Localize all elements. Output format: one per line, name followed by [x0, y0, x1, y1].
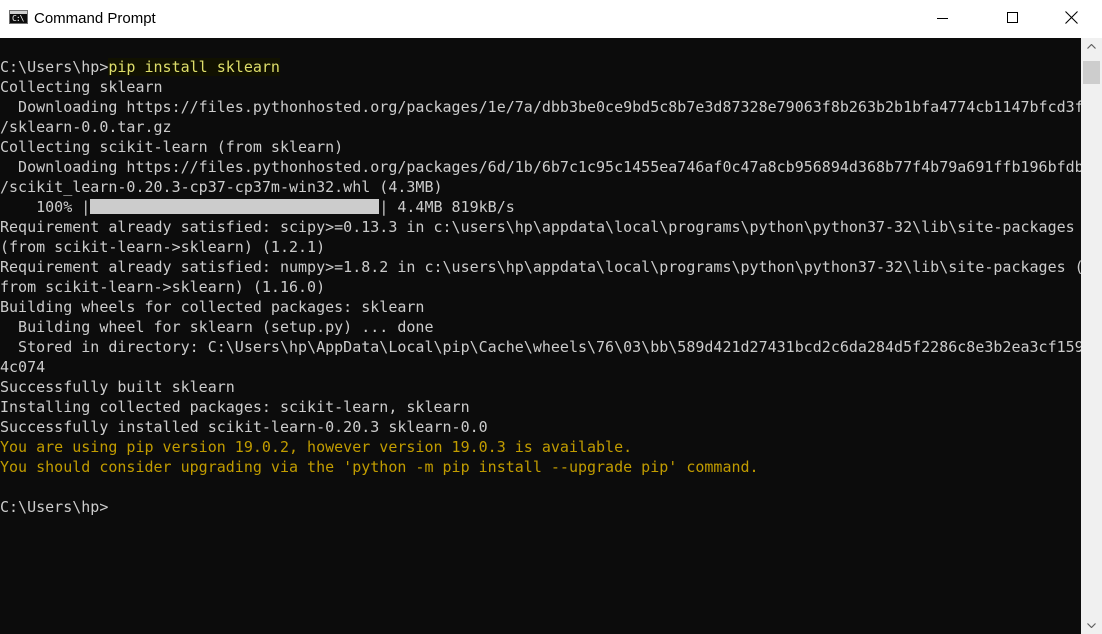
console-line: Collecting sklearn	[0, 78, 163, 96]
console-line: Successfully built sklearn	[0, 378, 235, 396]
progress-stats: 4.4MB 819kB/s	[388, 198, 515, 216]
cmd-icon-glyph: C:\	[12, 14, 24, 23]
console-line: Installing collected packages: scikit-le…	[0, 398, 470, 416]
console-line-command: C:\Users\hp>pip install sklearn	[0, 57, 1081, 77]
title-bar[interactable]: C:\ Command Prompt	[0, 0, 1102, 38]
console-line: Successfully installed scikit-learn-0.20…	[0, 418, 488, 436]
console-line: Requirement already satisfied: numpy>=1.…	[0, 258, 1081, 276]
scroll-down-button[interactable]	[1081, 617, 1102, 634]
chevron-down-icon	[1087, 623, 1096, 628]
cmd-icon[interactable]: C:\	[9, 10, 28, 24]
console-line: /scikit_learn-0.20.3-cp37-cp37m-win32.wh…	[0, 178, 443, 196]
console-line: Stored in directory: C:\Users\hp\AppData…	[0, 338, 1081, 356]
progress-percent: 100%	[0, 198, 82, 216]
pip-warning-line: You are using pip version 19.0.2, howeve…	[0, 438, 633, 456]
console-line: Downloading https://files.pythonhosted.o…	[0, 98, 1081, 116]
console-line: Building wheels for collected packages: …	[0, 298, 425, 316]
scroll-thumb[interactable]	[1083, 61, 1100, 84]
chevron-up-icon	[1087, 44, 1096, 49]
prompt: C:\Users\hp>	[0, 58, 109, 76]
progress-line: 100% | | 4.4MB 819kB/s	[0, 197, 1081, 217]
console-line: Building wheel for sklearn (setup.py) ..…	[0, 318, 434, 336]
console-line: 4c074	[0, 358, 46, 376]
typed-command: pip install sklearn	[108, 58, 280, 76]
scroll-up-button[interactable]	[1081, 38, 1102, 55]
command-prompt-window: C:\ Command Prompt C:\Users\hp>pip insta…	[0, 0, 1102, 634]
window-title: Command Prompt	[34, 10, 156, 27]
progress-left-border: |	[81, 198, 91, 216]
console-line: (from scikit-learn->sklearn) (1.2.1)	[0, 238, 326, 256]
maximize-button[interactable]	[989, 0, 1035, 38]
vertical-scrollbar[interactable]	[1081, 38, 1102, 634]
console-line: Downloading https://files.pythonhosted.o…	[0, 158, 1081, 176]
console-line: from scikit-learn->sklearn) (1.16.0)	[0, 278, 326, 296]
console-line: Collecting scikit-learn (from sklearn)	[0, 138, 344, 156]
minimize-icon	[937, 18, 948, 19]
console-line: Requirement already satisfied: scipy>=0.…	[0, 218, 1075, 236]
progress-bar	[90, 199, 380, 214]
console-line: /sklearn-0.0.tar.gz	[0, 118, 172, 136]
progress-right-border: |	[379, 198, 389, 216]
console-lines: C:\Users\hp>pip install sklearn Collecti…	[0, 57, 1081, 517]
maximize-icon	[1007, 12, 1018, 23]
pip-warning-line: You should consider upgrading via the 'p…	[0, 458, 759, 476]
console-output[interactable]: C:\Users\hp>pip install sklearn Collecti…	[0, 38, 1081, 634]
minimize-button[interactable]	[919, 0, 965, 38]
close-icon	[1065, 11, 1078, 24]
console-line-prompt[interactable]: C:\Users\hp>	[0, 497, 1081, 517]
close-button[interactable]	[1049, 0, 1095, 38]
